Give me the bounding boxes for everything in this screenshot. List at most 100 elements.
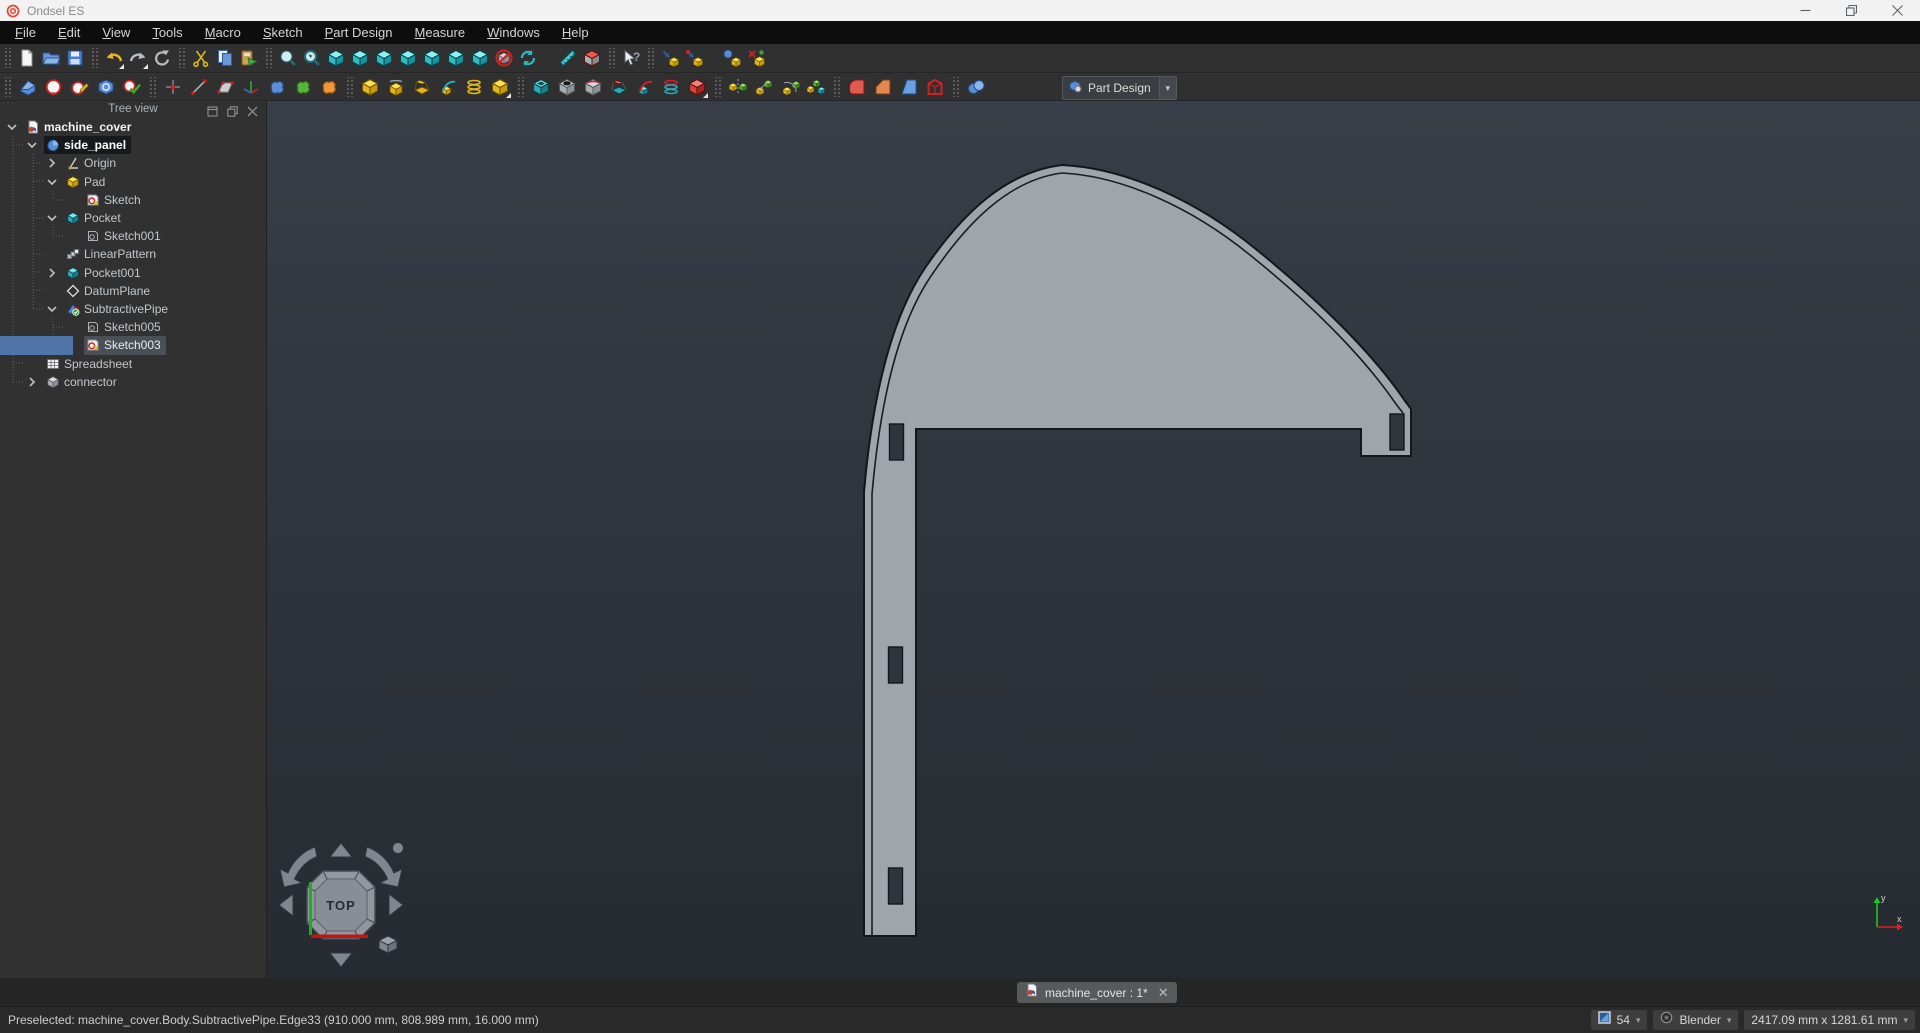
additive-loft-icon[interactable]: [410, 75, 434, 99]
navigation-style-widget[interactable]: Blender ▾: [1653, 1010, 1739, 1030]
nav-cube-corner-dot[interactable]: [392, 842, 404, 854]
menu-windows[interactable]: Windows: [476, 21, 551, 44]
tree-item-sketch001[interactable]: Sketch001: [0, 227, 265, 245]
menu-view[interactable]: View: [91, 21, 141, 44]
tree-item-datumplane[interactable]: DatumPlane: [0, 282, 265, 300]
chevron-down-icon[interactable]: [44, 301, 60, 317]
tree-item-spreadsheet[interactable]: Spreadsheet: [0, 355, 265, 373]
navigation-cube[interactable]: TOP: [275, 839, 407, 971]
boolean-operation-icon[interactable]: [964, 75, 988, 99]
save-document-icon[interactable]: [64, 46, 86, 70]
rotate-left-arrow[interactable]: [279, 846, 318, 888]
chevron-right-icon[interactable]: [44, 265, 60, 281]
subtractive-loft-icon[interactable]: [607, 75, 631, 99]
revolution-icon[interactable]: [384, 75, 408, 99]
left-view-icon[interactable]: [469, 46, 491, 70]
document-tab[interactable]: machine_cover : 1* ✕: [1017, 982, 1177, 1003]
menu-edit[interactable]: Edit: [47, 21, 91, 44]
bottom-view-icon[interactable]: [445, 46, 467, 70]
tree-item-connector[interactable]: connector: [0, 373, 265, 391]
shape-binder-icon[interactable]: [265, 75, 289, 99]
thickness-icon[interactable]: [923, 75, 947, 99]
additive-pipe-icon[interactable]: [436, 75, 460, 99]
tree-item-sketch005[interactable]: Sketch005: [0, 318, 265, 336]
tab-close-icon[interactable]: ✕: [1158, 985, 1169, 1001]
pocket-icon[interactable]: [529, 75, 553, 99]
additive-primitive-icon[interactable]: [488, 75, 512, 99]
menu-file[interactable]: File: [4, 21, 47, 44]
copy-icon[interactable]: [214, 46, 236, 70]
redo-icon[interactable]: [127, 46, 149, 70]
nav-mini-cube[interactable]: [377, 935, 399, 954]
menu-help[interactable]: Help: [551, 21, 600, 44]
tree-item-pocket[interactable]: Pocket: [0, 209, 265, 227]
undo-icon[interactable]: [103, 46, 125, 70]
chevron-right-icon[interactable]: [44, 155, 60, 171]
mirrored-icon[interactable]: [726, 75, 750, 99]
polar-pattern-icon[interactable]: [778, 75, 802, 99]
tree-item-pocket001[interactable]: Pocket001: [0, 264, 265, 282]
tree-item-origin[interactable]: Origin: [0, 154, 265, 172]
toggle-link-state-icon[interactable]: [745, 46, 767, 70]
chevron-down-icon[interactable]: [4, 119, 20, 135]
part-side-panel-top-view[interactable]: [863, 163, 1412, 937]
tilt-left-arrow[interactable]: [278, 892, 294, 918]
tilt-down-arrow[interactable]: [328, 952, 354, 968]
dock-navigation-cube-icon[interactable]: [493, 46, 515, 70]
additive-helix-icon[interactable]: [462, 75, 486, 99]
clone-icon[interactable]: [317, 75, 341, 99]
whats-this-icon[interactable]: ?: [620, 46, 642, 70]
view-dimensions-widget[interactable]: 2417.09 mm x 1281.61 mm ▾: [1744, 1010, 1915, 1030]
cut-icon[interactable]: [190, 46, 212, 70]
subtractive-primitive-icon[interactable]: [685, 75, 709, 99]
edit-sketch-icon[interactable]: [68, 75, 92, 99]
fillet-icon[interactable]: [845, 75, 869, 99]
sync-view-icon[interactable]: [517, 46, 539, 70]
map-sketch-to-face-icon[interactable]: [94, 75, 118, 99]
menu-measure[interactable]: Measure: [404, 21, 477, 44]
go-to-linked-object-icon[interactable]: [659, 46, 681, 70]
tree-item-linearpattern[interactable]: LinearPattern: [0, 245, 265, 263]
hole-icon[interactable]: [555, 75, 579, 99]
zoom-selection-icon[interactable]: [301, 46, 323, 70]
fit-all-icon[interactable]: [277, 46, 299, 70]
right-view-icon[interactable]: [397, 46, 419, 70]
menu-macro[interactable]: Macro: [194, 21, 252, 44]
local-coordinate-system-icon[interactable]: [239, 75, 263, 99]
rear-view-icon[interactable]: [421, 46, 443, 70]
refresh-icon[interactable]: [151, 46, 173, 70]
workbench-selector[interactable]: Part Design ▾: [1062, 76, 1177, 100]
chamfer-icon[interactable]: [871, 75, 895, 99]
subtractive-pipe-icon[interactable]: [633, 75, 657, 99]
menu-part-design[interactable]: Part Design: [314, 21, 404, 44]
linear-pattern-icon[interactable]: [752, 75, 776, 99]
tree-item-machine_cover[interactable]: machine_cover: [0, 118, 265, 136]
draft-icon[interactable]: [897, 75, 921, 99]
zoom-level-widget[interactable]: 54 ▾: [1590, 1010, 1648, 1030]
close-button[interactable]: [1874, 0, 1920, 21]
tilt-right-arrow[interactable]: [388, 892, 404, 918]
sub-object-shape-binder-icon[interactable]: [291, 75, 315, 99]
axonometric-view-icon[interactable]: [325, 46, 347, 70]
menu-sketch[interactable]: Sketch: [252, 21, 314, 44]
top-view-icon[interactable]: [373, 46, 395, 70]
datum-plane-icon[interactable]: [213, 75, 237, 99]
tree-item-subtractivepipe[interactable]: SubtractivePipe: [0, 300, 265, 318]
chevron-down-icon[interactable]: [24, 137, 40, 153]
chevron-down-icon[interactable]: [44, 210, 60, 226]
tree-item-pad[interactable]: Pad: [0, 173, 265, 191]
tree-item-side_panel[interactable]: side_panel: [0, 136, 265, 155]
create-sketch-icon[interactable]: [42, 75, 66, 99]
nav-cube-face-label[interactable]: TOP: [326, 898, 356, 913]
datum-point-icon[interactable]: [161, 75, 185, 99]
minimize-button[interactable]: [1782, 0, 1828, 21]
multitransform-icon[interactable]: [804, 75, 828, 99]
go-to-deepest-link-icon[interactable]: [683, 46, 705, 70]
tree-item-sketch[interactable]: Sketch: [0, 191, 265, 209]
front-view-icon[interactable]: [349, 46, 371, 70]
chevron-down-icon[interactable]: [44, 174, 60, 190]
main-3d-viewport[interactable]: TOP y x: [267, 101, 1920, 978]
subtractive-helix-icon[interactable]: [659, 75, 683, 99]
clipping-plane-icon[interactable]: [581, 46, 603, 70]
workbench-dropdown-button[interactable]: ▾: [1158, 77, 1176, 99]
